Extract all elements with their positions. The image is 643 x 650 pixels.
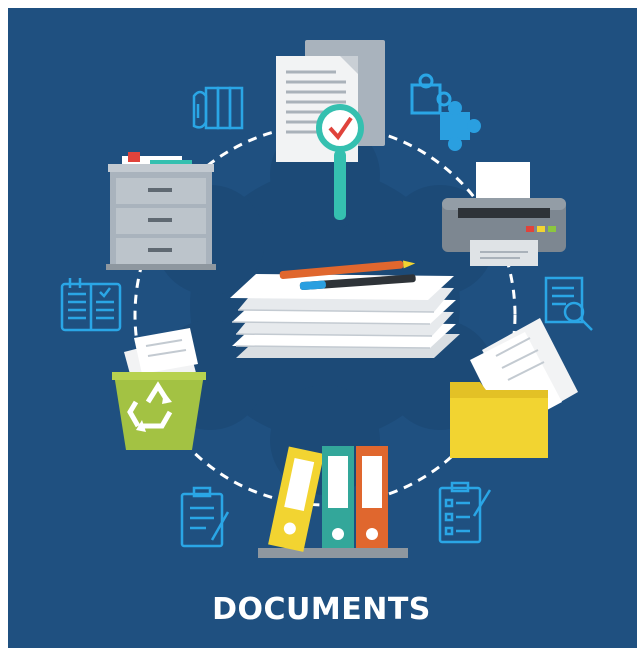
illustration-canvas (0, 0, 643, 650)
documents-illustration: DOCUMENTS (0, 0, 643, 650)
page-title: DOCUMENTS (212, 592, 431, 627)
filing-cabinet-icon (106, 152, 216, 270)
